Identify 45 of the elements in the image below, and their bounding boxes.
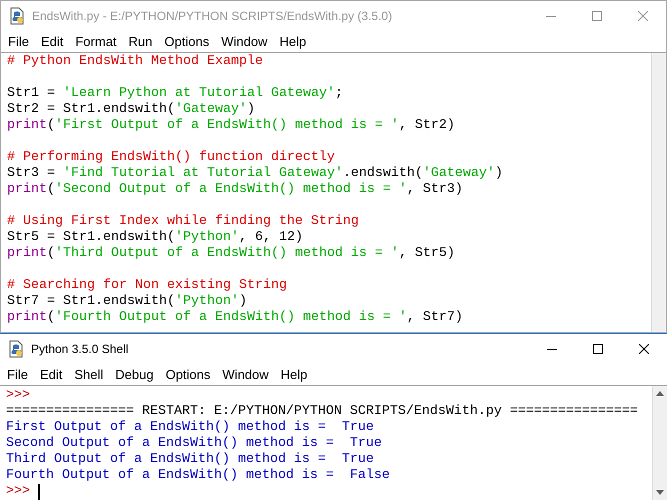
shell-output: Third Output of a EndsWith() method is = True — [6, 452, 374, 468]
up-arrow-icon — [656, 391, 664, 396]
menu-item[interactable]: File — [1, 364, 34, 384]
python-file-icon — [8, 7, 26, 25]
window-title: EndsWith.py - E:/PYTHON/PYTHON SCRIPTS/EndsWith.py (3.5.0) — [32, 8, 392, 25]
code-line: Str3 = 'Find Tutorial at Tutorial Gateway'.endswith('Gateway') — [7, 166, 504, 182]
code-line: print('Fourth Output of a EndsWith() method is = ', Str7) — [7, 310, 464, 326]
menu-item[interactable]: Help — [273, 32, 312, 52]
menu-item[interactable]: Edit — [34, 32, 70, 52]
maximize-icon — [592, 11, 602, 21]
shell-prompt: >>> — [6, 388, 30, 404]
shell-output: Fourth Output of a EndsWith() method is = False — [6, 468, 390, 484]
window-title: Python 3.5.0 Shell — [31, 341, 128, 358]
code-line: print('Second Output of a EndsWith() method is = ', Str3) — [7, 182, 464, 198]
code-line: # Python EndsWith Method Example — [7, 54, 264, 70]
code-line: Str5 = Str1.endswith('Python', 6, 12) — [7, 230, 304, 246]
code-line: Str2 = Str1.endswith('Gateway') — [7, 102, 256, 118]
down-arrow-icon — [656, 490, 664, 495]
close-icon — [638, 11, 648, 21]
menu-item[interactable]: Shell — [68, 364, 110, 384]
menu-item[interactable]: Debug — [109, 364, 160, 384]
python-file-icon — [7, 340, 25, 358]
code-line: Str1 = 'Learn Python at Tutorial Gateway'; — [7, 86, 344, 102]
shell-output: Second Output of a EndsWith() method is = True — [6, 436, 382, 452]
text-cursor — [38, 484, 40, 500]
code-line: # Searching for Non existing String — [7, 278, 288, 294]
maximize-icon — [593, 344, 603, 354]
shell-prompt: >>> — [6, 484, 30, 500]
menu-item[interactable]: Format — [69, 32, 123, 52]
menu-item[interactable]: Help — [274, 364, 314, 384]
menu-item[interactable]: Run — [122, 32, 158, 52]
code-line: # Performing EndsWith() function directly — [7, 150, 336, 166]
menu-item[interactable]: Edit — [34, 364, 68, 384]
code-line: Str7 = Str1.endswith('Python') — [7, 294, 248, 310]
shell-output: ================ RESTART: E:/PYTHON/PYTHON SCRIPTS/EndsWith.py ================ — [6, 404, 638, 420]
menu-item[interactable]: File — [2, 32, 35, 52]
menu-item[interactable]: Window — [216, 364, 275, 384]
shell-output: First Output of a EndsWith() method is = True — [6, 420, 374, 436]
menu-item[interactable]: Options — [158, 32, 216, 52]
code-line: # Using First Index while finding the String — [7, 214, 360, 230]
close-icon — [639, 344, 649, 354]
code-line: print('Third Output of a EndsWith() method is = ', Str5) — [7, 246, 456, 262]
menu-item[interactable]: Window — [215, 32, 274, 52]
menu-item[interactable]: Options — [160, 364, 216, 384]
code-line: print('First Output of a EndsWith() method is = ', Str2) — [7, 118, 456, 134]
